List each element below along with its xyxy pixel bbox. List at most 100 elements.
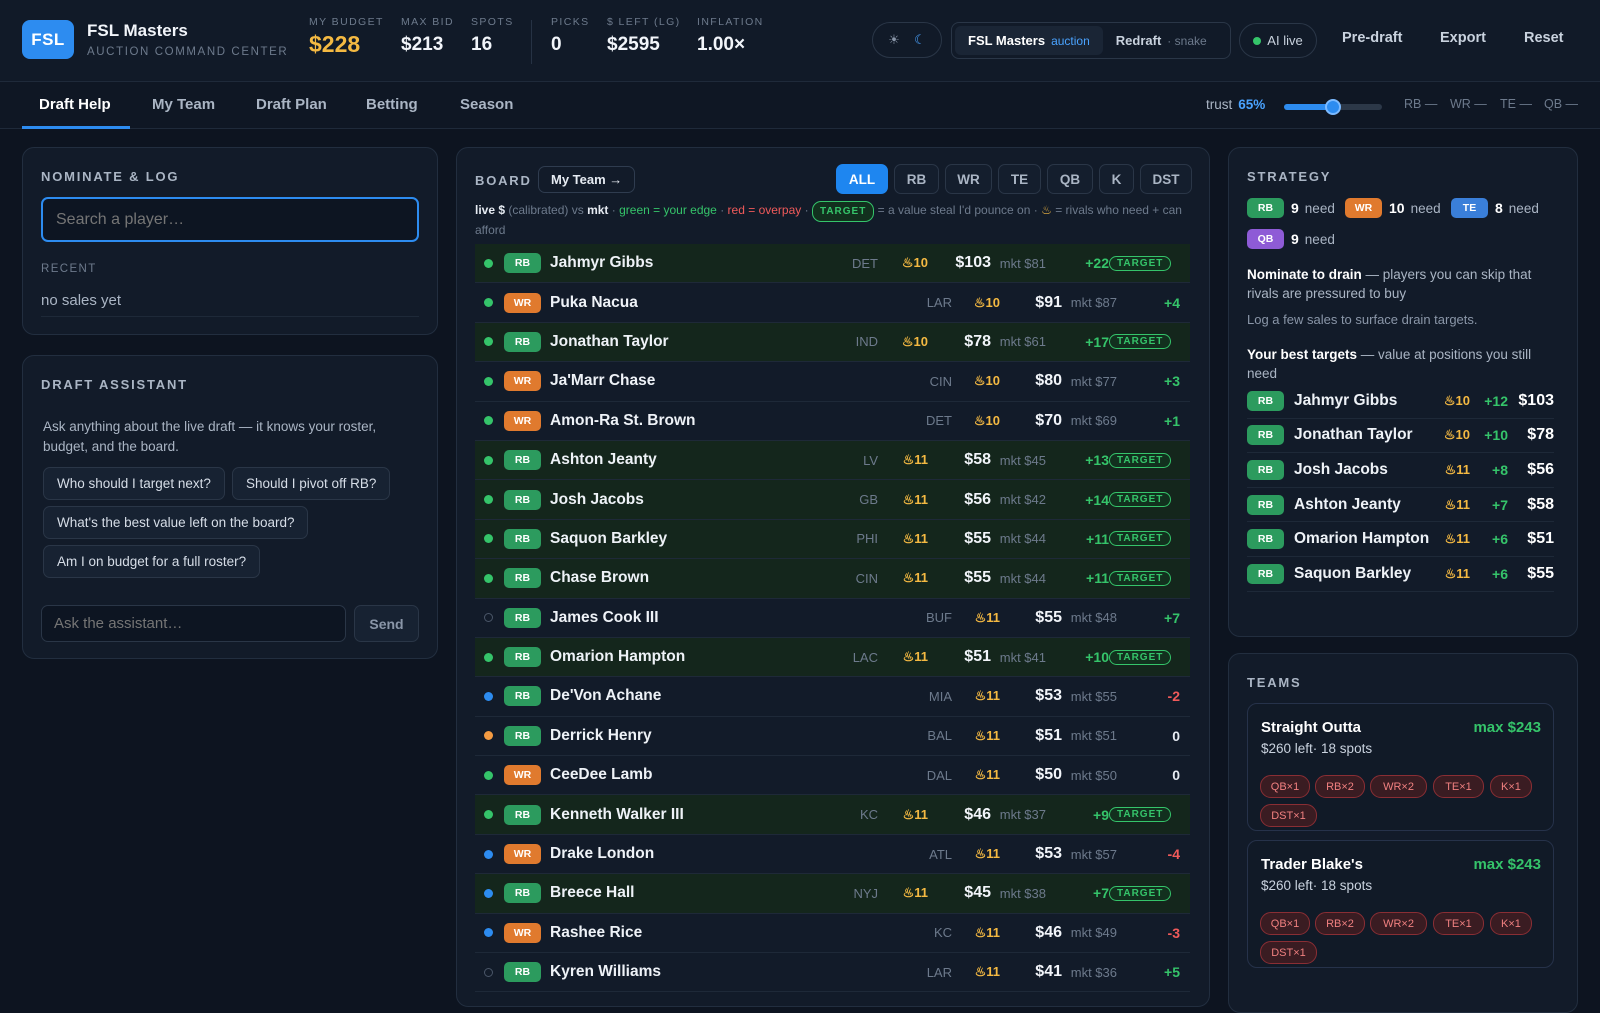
filter-k[interactable]: K — [1099, 164, 1134, 194]
player-row[interactable]: RB Ashton Jeanty LV ♨11 $58 mkt $45 +13 TARGET — [475, 440, 1190, 481]
filter-rb[interactable]: RB — [894, 164, 939, 194]
flame-icon: ♨ — [973, 294, 986, 310]
filter-wr[interactable]: WR — [945, 164, 992, 194]
nfl-team: BAL — [927, 728, 952, 744]
trust-slider[interactable] — [1284, 99, 1382, 115]
rivals-count: ♨11 — [975, 767, 1000, 783]
filter-te[interactable]: TE — [998, 164, 1041, 194]
legend-sep: · — [804, 203, 809, 217]
rivals-value: 11 — [986, 609, 1000, 625]
player-row[interactable]: WR CeeDee Lamb DAL ♨11 $50 mkt $50 0 — [475, 756, 1190, 796]
pre-draft-button[interactable]: Pre-draft — [1342, 30, 1402, 46]
market-price: mkt $41 — [999, 649, 1046, 665]
trust-label: trust — [1206, 97, 1233, 112]
player-row[interactable]: WR Drake London ATL ♨11 $53 mkt $57 -4 — [475, 835, 1190, 875]
suggestion-chip[interactable]: Who should I target next? — [43, 467, 225, 500]
player-row[interactable]: RB Derrick Henry BAL ♨11 $51 mkt $51 0 — [475, 717, 1190, 757]
filter-dst[interactable]: DST — [1140, 164, 1192, 194]
player-row[interactable]: RB Omarion Hampton LAC ♨11 $51 mkt $41 +10 TARG… — [475, 637, 1190, 678]
suggestion-chip[interactable]: Am I on budget for a full roster? — [43, 545, 261, 578]
drain-heading: Nominate to drain — players you can skip… — [1247, 265, 1552, 303]
player-row[interactable]: WR Ja'Marr Chase CIN ♨10 $80 mkt $77 +3 — [475, 362, 1190, 402]
filter-all[interactable]: ALL — [836, 164, 888, 194]
filter-qb[interactable]: QB — [1047, 164, 1093, 194]
player-name: Saquon Barkley — [1294, 564, 1412, 582]
export-button[interactable]: Export — [1440, 30, 1486, 46]
player-row[interactable]: RB Jahmyr Gibbs DET ♨10 $103 mkt $81 +22 TARGET — [475, 244, 1190, 284]
player-row[interactable]: RB Kenneth Walker III KC ♨11 $46 mkt $37 +9 TAR… — [475, 795, 1190, 835]
player-name: Jahmyr Gibbs — [1294, 391, 1398, 409]
edge-value: +7 — [1492, 496, 1508, 513]
player-row[interactable]: RB Saquon Barkley PHI ♨11 $55 mkt $44 +11 TARGE… — [475, 519, 1190, 560]
live-price: $91 — [1035, 293, 1062, 311]
nfl-team: LAR — [926, 295, 952, 311]
team-spots: · 18 spots — [1312, 878, 1373, 893]
rivals-count: ♨11 — [1445, 566, 1470, 582]
target-row[interactable]: RB Josh Jacobs ♨11 +8 $56 — [1247, 453, 1554, 488]
team-card[interactable]: Straight Outta max $243 $260 left· 18 spot… — [1247, 703, 1554, 831]
live-price: $53 — [1035, 845, 1062, 863]
tab-my-team[interactable]: My Team — [152, 96, 215, 113]
moon-icon[interactable]: ☾ — [909, 29, 931, 51]
flame-icon: ♨ — [1444, 565, 1457, 581]
league-mode: · snake — [1167, 33, 1207, 48]
target-row[interactable]: RB Ashton Jeanty ♨11 +7 $58 — [1247, 488, 1554, 523]
market-price: mkt $87 — [1070, 295, 1117, 311]
legend-mkt: mkt — [587, 203, 609, 217]
player-row[interactable]: RB James Cook III BUF ♨11 $55 mkt $48 +7 — [475, 599, 1190, 638]
player-search-input[interactable] — [41, 197, 419, 242]
tab-draft-plan[interactable]: Draft Plan — [256, 96, 327, 113]
target-row[interactable]: RB Jonathan Taylor ♨10 +10 $78 — [1247, 419, 1554, 454]
player-row[interactable]: RB Breece Hall NYJ ♨11 $45 mkt $38 +7 TARGET — [475, 874, 1190, 914]
player-row[interactable]: WR Amon-Ra St. Brown DET ♨10 $70 mkt $69 +1 — [475, 402, 1190, 441]
ai-live-status[interactable]: AI live — [1239, 23, 1317, 58]
position-badge: RB — [1247, 563, 1284, 584]
assistant-input[interactable] — [41, 605, 346, 642]
drain-note: Log a few sales to surface drain targets… — [1247, 312, 1478, 327]
position-badge: WR — [504, 410, 541, 431]
suggestion-chip[interactable]: What's the best value left on the board? — [43, 506, 309, 539]
player-row[interactable]: RB Jonathan Taylor IND ♨10 $78 mkt $61 +17 TARG… — [475, 322, 1190, 363]
player-row[interactable]: RB Kyren Williams LAR ♨11 $41 mkt $36 +5 — [475, 953, 1190, 993]
player-row[interactable]: RB De'Von Achane MIA ♨11 $53 mkt $55 -2 — [475, 677, 1190, 717]
team-left: $260 left — [1261, 878, 1313, 893]
market-price: mkt $69 — [1070, 413, 1117, 429]
reset-button[interactable]: Reset — [1524, 30, 1564, 46]
team-spots: · 18 spots — [1312, 741, 1373, 756]
league-name: Redraft — [1115, 33, 1162, 48]
nfl-team: CIN — [929, 373, 952, 389]
target-row[interactable]: RB Saquon Barkley ♨11 +6 $55 — [1247, 557, 1554, 592]
league-redraft[interactable]: Redraft · snake — [1103, 26, 1220, 55]
send-button[interactable]: Send — [354, 605, 419, 642]
edge-value: -4 — [1167, 846, 1180, 863]
my-team-button[interactable]: My Team → — [538, 166, 636, 193]
player-row[interactable]: RB Chase Brown CIN ♨11 $55 mkt $44 +11 TARGET — [475, 559, 1190, 599]
flame-icon: ♨ — [902, 530, 915, 546]
panel-title: DRAFT ASSISTANT — [41, 377, 188, 392]
player-row[interactable]: WR Puka Nacua LAR ♨10 $91 mkt $87 +4 — [475, 283, 1190, 323]
nfl-team: LAR — [926, 964, 952, 980]
slider-handle[interactable] — [1325, 99, 1341, 115]
team-max-bid: max $243 — [1473, 856, 1541, 873]
target-price: $78 — [1527, 426, 1554, 444]
panel-title: STRATEGY — [1247, 169, 1332, 184]
player-row[interactable]: WR Rashee Rice KC ♨11 $46 mkt $49 -3 — [475, 914, 1190, 954]
board-legend: live $ (calibrated) vs mkt · green = you… — [475, 201, 1185, 239]
tab-betting[interactable]: Betting — [366, 96, 418, 113]
status-dot — [484, 298, 493, 308]
target-badge: TARGET — [1109, 334, 1172, 350]
player-row[interactable]: RB Josh Jacobs GB ♨11 $56 mkt $42 +14 TARGET — [475, 480, 1190, 520]
tab-draft-help[interactable]: Draft Help — [39, 96, 111, 113]
team-card[interactable]: Trader Blake's max $243 $260 left· 18 spot… — [1247, 840, 1554, 968]
league-fsl-masters[interactable]: FSL Masters auction — [955, 26, 1103, 55]
nfl-team: ATL — [929, 846, 952, 862]
flame-icon: ♨ — [1041, 203, 1052, 217]
position-badge: RB — [504, 804, 541, 825]
suggestion-chip[interactable]: Should I pivot off RB? — [232, 467, 391, 500]
market-price: mkt $37 — [999, 807, 1046, 823]
sun-icon[interactable]: ☀ — [883, 29, 905, 51]
tab-season[interactable]: Season — [460, 96, 513, 113]
theme-toggle[interactable]: ☀ ☾ — [872, 22, 942, 58]
target-row[interactable]: RB Jahmyr Gibbs ♨10 +12 $103 — [1247, 384, 1554, 419]
target-row[interactable]: RB Omarion Hampton ♨11 +6 $51 — [1247, 522, 1554, 557]
